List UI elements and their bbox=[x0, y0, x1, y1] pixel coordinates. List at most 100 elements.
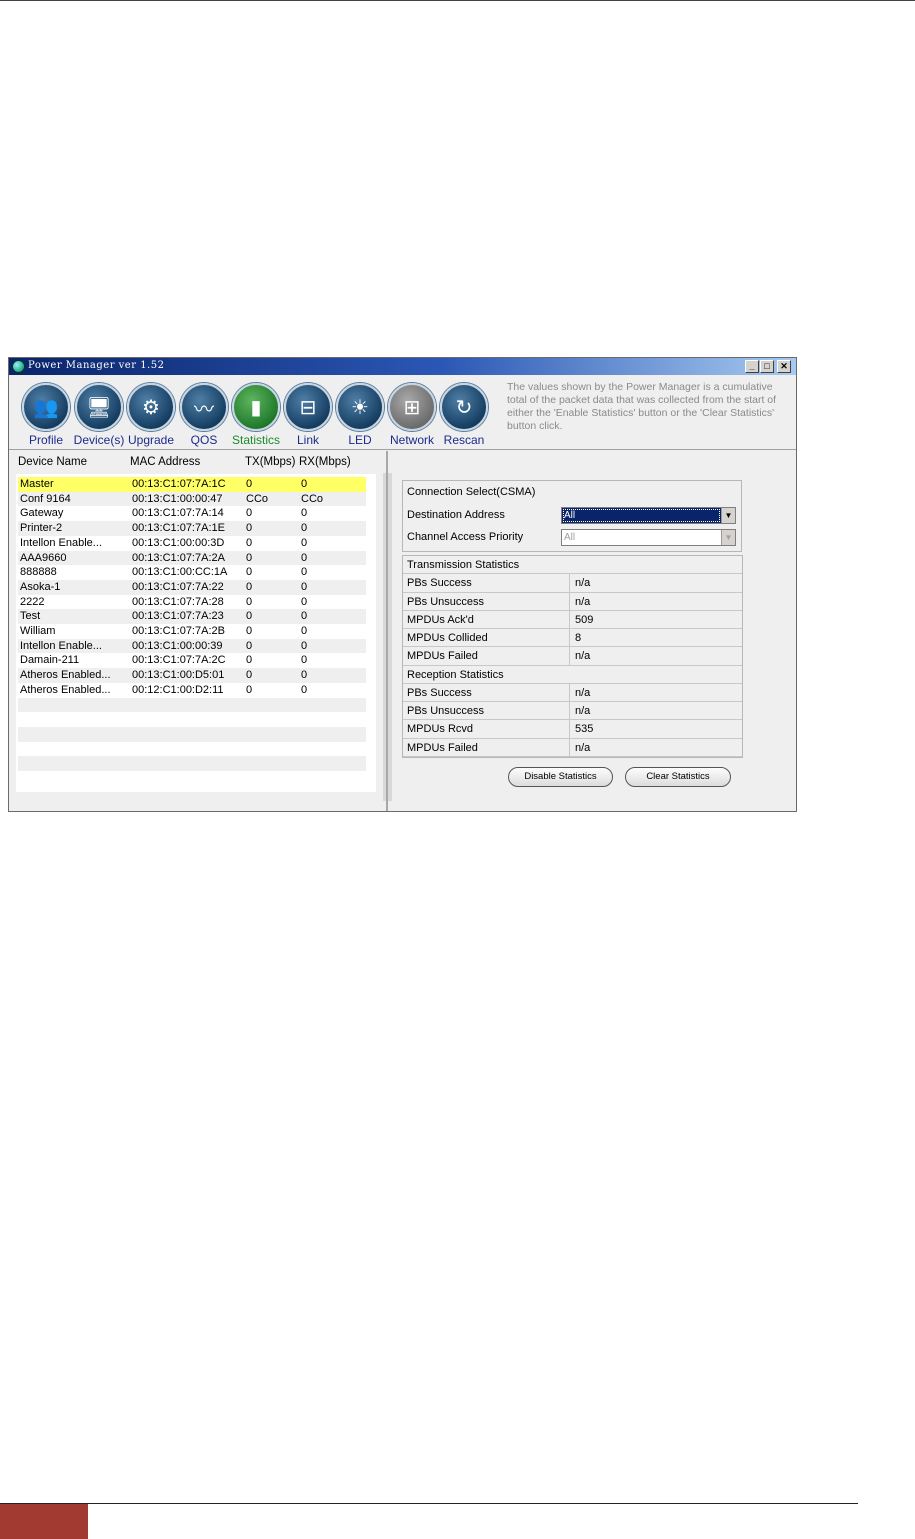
minimize-button[interactable]: _ bbox=[745, 360, 759, 373]
table-row[interactable]: 888888 00:13:C1:00:CC:1A 0 0 bbox=[18, 565, 366, 580]
table-row[interactable]: Gateway 00:13:C1:07:7A:14 0 0 bbox=[18, 506, 366, 521]
table-row[interactable]: Atheros Enabled... 00:12:C1:00:D2:11 0 0 bbox=[18, 683, 366, 698]
statistic-label: MPDUs Rcvd bbox=[407, 723, 474, 736]
cell-separator bbox=[569, 683, 570, 701]
statistic-value: 8 bbox=[575, 632, 582, 644]
cell-separator bbox=[569, 610, 570, 628]
table-row[interactable]: 2222 00:13:C1:07:7A:28 0 0 bbox=[18, 595, 366, 610]
device-name-cell: William bbox=[20, 625, 56, 637]
tx-cell: 0 bbox=[246, 669, 253, 682]
disable-statistics-button[interactable]: Disable Statistics bbox=[508, 767, 613, 787]
mac-address-cell: 00:13:C1:00:D5:01 bbox=[132, 669, 225, 682]
column-header-rx[interactable]: RX(Mbps) bbox=[299, 456, 351, 468]
section-title: Transmission Statistics bbox=[407, 559, 520, 571]
tx-cell: 0 bbox=[246, 683, 253, 696]
rx-cell: 0 bbox=[301, 580, 308, 593]
mac-address-cell: 00:13:C1:07:7A:1C bbox=[132, 478, 226, 490]
table-row[interactable]: AAA9660 00:13:C1:07:7A:2A 0 0 bbox=[18, 550, 366, 566]
table-row[interactable]: Damain-211 00:13:C1:07:7A:2C 0 0 bbox=[18, 653, 366, 668]
app-globe-icon bbox=[12, 360, 25, 373]
cell-separator bbox=[569, 592, 570, 610]
table-row[interactable]: Intellon Enable... 00:13:C1:00:00:39 0 0 bbox=[18, 638, 366, 654]
table-row[interactable]: Intellon Enable... 00:13:C1:00:00:3D 0 0 bbox=[18, 536, 366, 551]
statistics-row: MPDUs Rcvd 535 bbox=[403, 720, 742, 739]
table-row[interactable]: Conf 9164 00:13:C1:00:00:47 CCo CCo bbox=[18, 491, 366, 507]
led-icon: ☀ bbox=[336, 383, 384, 431]
statistic-label: MPDUs Failed bbox=[407, 741, 478, 754]
rescan-icon: ↻ bbox=[440, 383, 488, 431]
empty-row bbox=[18, 726, 366, 742]
column-header-device-name[interactable]: Device Name bbox=[18, 456, 87, 468]
toolbar-label: LED bbox=[348, 433, 372, 447]
title-bar[interactable]: Power Manager ver 1.52 _ □ ✕ bbox=[9, 358, 796, 375]
table-row[interactable]: Atheros Enabled... 00:13:C1:00:D5:01 0 0 bbox=[18, 668, 366, 683]
toolbar-label: Rescan bbox=[443, 433, 485, 447]
mac-address-cell: 00:13:C1:00:CC:1A bbox=[132, 566, 228, 579]
page-top-rule bbox=[0, 0, 915, 1]
footer-accent-block bbox=[0, 1504, 88, 1539]
device-name-cell: Conf 9164 bbox=[20, 492, 71, 505]
device-name-cell: Intellon Enable... bbox=[20, 639, 102, 652]
column-header-mac-address[interactable]: MAC Address bbox=[130, 456, 200, 468]
device-list-panel: Device Name MAC Address TX(Mbps) RX(Mbps… bbox=[16, 453, 392, 801]
tx-cell: 0 bbox=[246, 478, 253, 490]
table-row[interactable]: Asoka-1 00:13:C1:07:7A:22 0 0 bbox=[18, 579, 366, 595]
cell-separator bbox=[569, 629, 570, 647]
mac-address-cell: 00:13:C1:07:7A:28 bbox=[132, 595, 224, 608]
tx-cell: 0 bbox=[246, 566, 253, 579]
toolbar-button-link[interactable]: ⊟ Link bbox=[281, 383, 335, 447]
statistics-row: PBs Unsuccess n/a bbox=[403, 592, 742, 611]
toolbar-button-upgrade[interactable]: ⚙ Upgrade bbox=[124, 383, 178, 447]
toolbar-button-rescan[interactable]: ↻ Rescan bbox=[437, 383, 491, 447]
device-name-cell: Atheros Enabled... bbox=[20, 669, 111, 682]
table-row[interactable]: Test 00:13:C1:07:7A:23 0 0 bbox=[18, 609, 366, 624]
statistic-label: PBs Success bbox=[407, 686, 472, 699]
statistics-row: MPDUs Failed n/a bbox=[403, 738, 742, 757]
toolbar-button-profile[interactable]: 👥 Profile bbox=[19, 383, 73, 447]
cell-separator bbox=[569, 647, 570, 665]
device-name-cell: Master bbox=[20, 478, 54, 490]
rx-cell: 0 bbox=[301, 551, 308, 564]
toolbar-label: Network bbox=[389, 433, 434, 447]
destination-address-label: Destination Address bbox=[407, 509, 505, 521]
clear-statistics-button[interactable]: Clear Statistics bbox=[625, 767, 731, 787]
panel-divider[interactable] bbox=[386, 451, 388, 811]
rx-cell: 0 bbox=[301, 595, 308, 608]
page-bottom-rule bbox=[0, 1503, 858, 1504]
tx-cell: 0 bbox=[246, 580, 253, 593]
power-manager-window: Power Manager ver 1.52 _ □ ✕ The values … bbox=[8, 357, 797, 812]
column-header-tx[interactable]: TX(Mbps) bbox=[245, 456, 295, 468]
device-name-cell: Gateway bbox=[20, 507, 64, 520]
statistic-value: 535 bbox=[575, 723, 594, 736]
tx-cell: 0 bbox=[246, 551, 253, 564]
chevron-down-icon[interactable]: ▼ bbox=[721, 508, 735, 523]
empty-row bbox=[18, 771, 366, 786]
rx-cell: 0 bbox=[301, 507, 308, 520]
rx-cell: CCo bbox=[301, 492, 324, 505]
rx-cell: 0 bbox=[301, 669, 308, 682]
toolbar-label: Profile bbox=[28, 433, 63, 447]
toolbar-button-led[interactable]: ☀ LED bbox=[333, 383, 387, 447]
toolbar-button-device-s[interactable]: 🖥 Device(s) bbox=[72, 383, 126, 447]
statistics-row: MPDUs Collided 8 bbox=[403, 629, 742, 648]
statistics-row: MPDUs Ack'd 509 bbox=[403, 610, 742, 629]
connection-select-title: Connection Select(CSMA) bbox=[407, 486, 536, 498]
toolbar-button-statistics[interactable]: ▮ Statistics bbox=[229, 383, 283, 447]
destination-address-select[interactable]: All ▼ bbox=[561, 507, 736, 524]
mac-address-cell: 00:13:C1:07:7A:2C bbox=[132, 654, 226, 667]
statistic-label: MPDUs Ack'd bbox=[407, 613, 474, 626]
toolbar-button-network[interactable]: ⊞ Network bbox=[385, 383, 439, 447]
table-row[interactable]: William 00:13:C1:07:7A:2B 0 0 bbox=[18, 624, 366, 639]
device-list[interactable]: Master 00:13:C1:07:7A:1C 0 0 Conf 9164 00:13:… bbox=[16, 474, 376, 792]
table-row[interactable]: Printer-2 00:13:C1:07:7A:1E 0 0 bbox=[18, 521, 366, 536]
device-name-cell: Intellon Enable... bbox=[20, 536, 102, 549]
mac-address-cell: 00:13:C1:07:7A:2B bbox=[132, 625, 225, 637]
tx-cell: 0 bbox=[246, 507, 253, 520]
table-row[interactable]: Master 00:13:C1:07:7A:1C 0 0 bbox=[18, 477, 366, 492]
toolbar-button-qos[interactable]: 〰 QOS bbox=[177, 383, 231, 447]
mac-address-cell: 00:13:C1:00:00:47 bbox=[132, 492, 223, 505]
mac-address-cell: 00:13:C1:07:7A:2A bbox=[132, 551, 225, 564]
close-button[interactable]: ✕ bbox=[777, 360, 791, 373]
statistics-section-header: Transmission Statistics bbox=[403, 556, 742, 575]
maximize-button[interactable]: □ bbox=[760, 360, 774, 373]
